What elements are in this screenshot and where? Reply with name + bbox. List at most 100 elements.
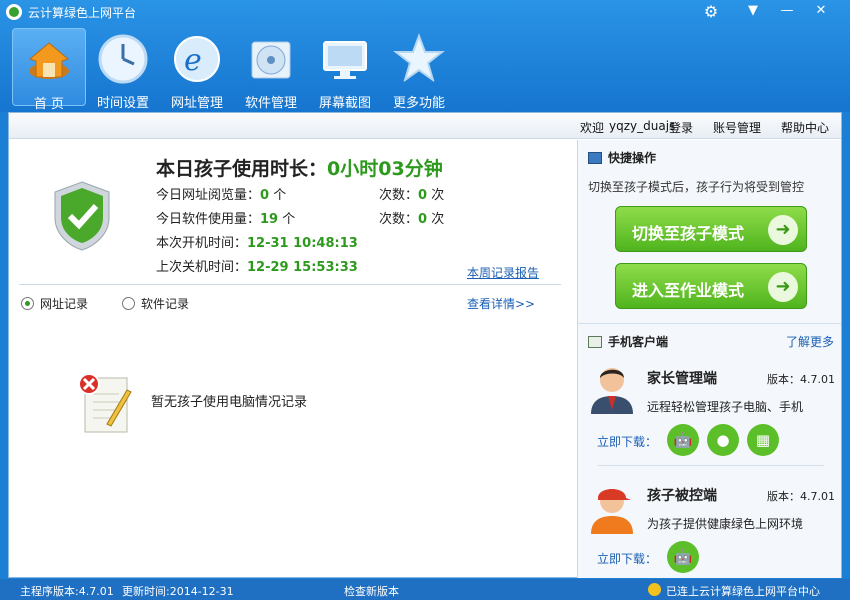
user-bar: 欢迎 yqzy_duajs 登录 账号管理 帮助中心 (9, 113, 841, 139)
top-header: 云计算绿色上网平台 ⚙ ▼ — ✕ 首 页 时间设置 e 网址管理 软件管理 屏… (0, 0, 850, 112)
status-bar: 主程序版本:4.7.01 更新时间:2014-12-31 检查新版本 已连上云计… (0, 579, 850, 600)
app-logo-icon (6, 4, 22, 20)
mobile-title-text: 手机客户端 (608, 335, 669, 349)
nav-item-screenshot[interactable]: 屏幕截图 (308, 28, 382, 111)
title-bar: 云计算绿色上网平台 ⚙ ▼ — ✕ (0, 0, 850, 24)
nav-item-home[interactable]: 首 页 (12, 28, 86, 112)
main-nav: 首 页 时间设置 e 网址管理 软件管理 屏幕截图 更多功能 (12, 28, 456, 112)
arrow-down-icon: ➜ (768, 215, 798, 245)
picture-icon (588, 151, 602, 164)
nav-label: 首 页 (33, 97, 65, 112)
minimize-button[interactable]: — (772, 2, 802, 20)
child-mode-label: 切换至孩子模式 (632, 224, 745, 243)
account-manage-link[interactable]: 账号管理 (713, 119, 761, 136)
connection-status: 已连上云计算绿色上网平台中心 (666, 585, 820, 598)
boot-label: 本次开机时间： (156, 236, 248, 251)
gear-icon[interactable]: ⚙ (702, 3, 720, 21)
android-icon[interactable]: 🤖 (667, 424, 699, 456)
url-times: 次数：0 次 (379, 184, 444, 203)
check-update-link[interactable]: 检查新版本 (344, 583, 399, 599)
child-description: 为孩子提供健康绿色上网环境 (647, 517, 804, 531)
android-icon[interactable]: 🤖 (667, 541, 699, 573)
soft-count: 19 (260, 212, 279, 227)
parent-client-name: 家长管理端 (647, 371, 717, 387)
record-tabs: 网址记录 软件记录 (21, 295, 189, 312)
arrow-down-icon: ➜ (768, 272, 798, 302)
mobile-client-title: 手机客户端 (588, 333, 668, 350)
boot-time-value: 12-31 10:48:13 (247, 236, 358, 251)
soft-unit: 个 (282, 212, 296, 227)
close-button[interactable]: ✕ (806, 2, 836, 20)
learn-more-link[interactable]: 了解更多 (786, 333, 834, 350)
headline-prefix: 本日孩子使用时长： (156, 158, 328, 180)
nav-item-software[interactable]: 软件管理 (234, 28, 308, 111)
summary-panel: 本日孩子使用时长：0小时03分钟 今日网址阅览量：0 个 次数：0 次 今日软件… (9, 140, 577, 578)
nav-label: 软件管理 (244, 96, 297, 111)
svg-text:e: e (184, 43, 202, 78)
soft-times-value: 0 (418, 212, 428, 227)
connected-check-icon (648, 583, 661, 596)
disc-icon (251, 41, 291, 79)
tab-url-records[interactable]: 网址记录 (40, 295, 88, 312)
software-usage: 今日软件使用量：19 个 (156, 208, 295, 227)
tab-software-records[interactable]: 软件记录 (141, 295, 189, 312)
url-times-value: 0 (418, 188, 428, 203)
radio-software-records[interactable] (122, 297, 136, 310)
radio-url-records[interactable] (21, 297, 34, 310)
shutdown-label: 上次关机时间： (156, 260, 248, 275)
home-icon (28, 42, 70, 79)
program-version: 主程序版本:4.7.01 (20, 585, 114, 598)
login-link[interactable]: 登录 (669, 119, 693, 136)
homework-mode-label: 进入至作业模式 (632, 281, 745, 300)
quick-actions-title: 快捷操作 (588, 149, 656, 166)
usage-hours: 0 (327, 158, 341, 180)
url-unit: 个 (273, 188, 287, 203)
monitor-icon (323, 41, 367, 79)
soft-times-unit: 次 (431, 212, 445, 227)
star-icon (393, 33, 445, 83)
parent-avatar-icon (591, 368, 633, 414)
list-icon (588, 335, 602, 348)
nav-item-more[interactable]: 更多功能 (382, 28, 456, 111)
weekly-report-link[interactable]: 本周记录报告 (467, 264, 539, 281)
parent-description: 远程轻松管理孩子电脑、手机 (647, 400, 804, 414)
divider (19, 284, 561, 285)
shutdown-time-value: 12-29 15:53:33 (247, 260, 358, 275)
welcome-text: 欢迎 (580, 121, 605, 135)
url-times-unit: 次 (431, 188, 445, 203)
parent-version: 版本：4.7.01 (767, 373, 835, 386)
parent-download-label: 立即下载： (597, 435, 658, 449)
main-panel: 欢迎 yqzy_duajs 登录 账号管理 帮助中心 本日孩子使用时长：0小时0… (8, 112, 842, 578)
nav-item-url[interactable]: e 网址管理 (160, 28, 234, 111)
homework-mode-button[interactable]: 进入至作业模式 ➜ (615, 263, 807, 309)
url-views: 今日网址阅览量：0 个 (156, 184, 286, 203)
divider (578, 323, 841, 324)
quick-title-text: 快捷操作 (608, 151, 657, 165)
soft-times-label: 次数： (379, 212, 419, 227)
software-times: 次数：0 次 (379, 208, 444, 227)
nav-label: 更多功能 (392, 96, 445, 111)
child-avatar-icon (591, 489, 633, 534)
update-time: 更新时间:2014-12-31 (122, 585, 234, 598)
windows-icon[interactable]: ▦ (747, 424, 779, 456)
help-center-link[interactable]: 帮助中心 (781, 119, 829, 136)
right-panel: 快捷操作 切换至孩子模式后，孩子行为将受到管控 切换至孩子模式 ➜ 进入至作业模… (577, 140, 841, 578)
mode-hint: 切换至孩子模式后，孩子行为将受到管控 (588, 180, 805, 194)
username: yqzy_duajs (609, 119, 676, 133)
child-version: 版本：4.7.01 (767, 490, 835, 503)
usage-minutes: 03 (378, 158, 405, 180)
browser-icon: e (174, 36, 220, 82)
url-count: 0 (260, 188, 270, 203)
url-label: 今日网址阅览量： (156, 188, 261, 203)
nav-label: 时间设置 (96, 96, 149, 111)
view-details-link[interactable]: 查看详情>> (467, 295, 535, 312)
divider (598, 465, 824, 466)
nav-item-time[interactable]: 时间设置 (86, 28, 160, 111)
menu-button[interactable]: ▼ (738, 2, 768, 20)
soft-label: 今日软件使用量： (156, 212, 261, 227)
child-client-name: 孩子被控端 (647, 488, 717, 504)
apple-icon[interactable]: ● (707, 424, 739, 456)
minutes-unit: 分钟 (404, 158, 443, 180)
no-record-icon (78, 373, 132, 433)
child-mode-button[interactable]: 切换至孩子模式 ➜ (615, 206, 807, 252)
